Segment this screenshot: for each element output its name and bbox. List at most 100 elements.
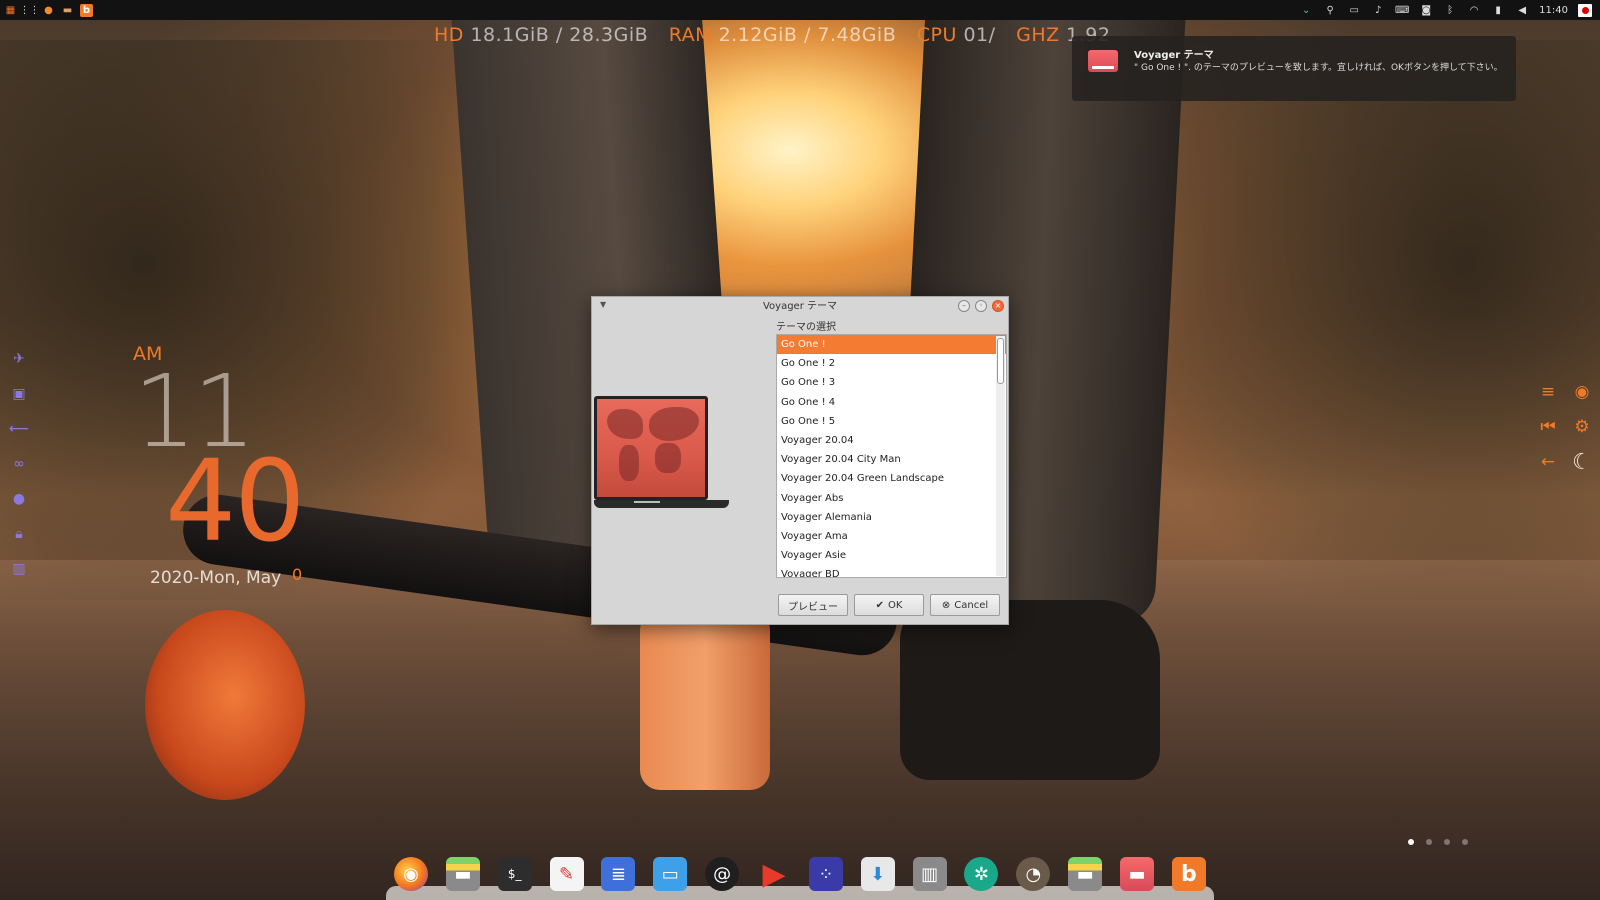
minimize-button[interactable]: – xyxy=(958,300,970,312)
bar-chart-icon[interactable]: ▥ xyxy=(10,560,28,578)
skip-back-icon[interactable]: ⏮ xyxy=(1537,416,1559,438)
clock-minute: 40 xyxy=(165,437,306,567)
window-icon[interactable]: ▭ xyxy=(1347,4,1361,17)
media-player-icon[interactable]: ▶ xyxy=(757,857,791,892)
software-installer-icon[interactable]: ⬇ xyxy=(860,857,895,891)
ram-label: RAM xyxy=(668,24,713,46)
workspace-indicator[interactable] xyxy=(1408,839,1468,845)
aperture-icon[interactable]: ✲ xyxy=(964,857,999,891)
cancel-button-label: Cancel xyxy=(954,599,989,611)
mask-icon[interactable]: ∞ xyxy=(10,455,28,473)
moon-icon[interactable]: ☾ xyxy=(1571,450,1593,475)
hd-label: HD xyxy=(434,24,464,46)
maximize-button[interactable]: ◦ xyxy=(975,300,987,312)
grid-icon[interactable]: ⋮⋮ xyxy=(20,4,40,17)
left-dock: ✈ ▣ ⟵ ∞ ● 🔒︎ ▥ xyxy=(9,350,29,578)
clock-day: 0 xyxy=(292,565,303,584)
theme-list-item[interactable]: Voyager Abs xyxy=(777,489,1006,508)
volume-icon[interactable]: ◀ xyxy=(1515,4,1529,17)
camera-icon[interactable]: ◙ xyxy=(1419,4,1433,17)
eye-icon[interactable]: ◉ xyxy=(1571,381,1593,403)
background-wheel-front xyxy=(145,610,305,800)
theme-list[interactable]: Go One ! Go One ! 2 Go One ! 3 Go One ! 4 Go… xyxy=(776,334,1007,578)
check-icon: ✔ xyxy=(875,599,884,611)
voyager-theme-icon[interactable]: ▬ xyxy=(1120,857,1155,891)
keyboard-icon[interactable]: ⌨ xyxy=(1395,4,1409,17)
notification-title: Voyager テーマ xyxy=(1134,50,1214,61)
theme-list-item[interactable]: Voyager Ama xyxy=(777,527,1006,546)
ok-button[interactable]: ✔ OK xyxy=(854,594,924,616)
files2-icon[interactable]: ▬ xyxy=(1068,857,1103,891)
workspace-dot[interactable] xyxy=(1426,839,1432,845)
theme-list-item[interactable]: Voyager 20.04 Green Landscape xyxy=(777,469,1006,488)
cpu-value: 01/ xyxy=(963,24,996,46)
b-app-icon[interactable]: b xyxy=(1171,857,1206,891)
workspace-dot[interactable] xyxy=(1462,839,1468,845)
trash-icon[interactable]: ▥ xyxy=(912,857,947,891)
cancel-button[interactable]: ⊗ Cancel xyxy=(930,594,1000,616)
workspace-dot[interactable] xyxy=(1444,839,1450,845)
window-menu-icon[interactable]: ▼ xyxy=(600,300,606,309)
globe-icon[interactable]: ● xyxy=(10,490,28,508)
theme-list-item[interactable]: Go One ! 3 xyxy=(777,373,1006,392)
theme-dialog: Voyager テーマ ▼ – ◦ × テーマの選択 Go One ! Go On… xyxy=(591,296,1009,625)
desktop-icon[interactable]: ▭ xyxy=(653,857,688,891)
firefox-icon[interactable]: ● xyxy=(42,4,55,17)
notification-popup[interactable]: Voyager テーマ " Go One ! ". のテーマのプレビューを致しま… xyxy=(1072,36,1516,101)
wifi-icon[interactable]: ◠ xyxy=(1467,4,1481,17)
dots-app-icon[interactable]: ⁘ xyxy=(808,857,843,891)
theme-list-item[interactable]: Voyager Alemania xyxy=(777,508,1006,527)
theme-list-item[interactable]: Go One ! 4 xyxy=(777,393,1006,412)
arrow-left-icon[interactable]: ⟵ xyxy=(9,420,29,438)
files-icon[interactable]: ▬ xyxy=(61,4,74,17)
window-controls: – ◦ × xyxy=(958,300,1004,312)
text-editor-icon[interactable]: ✎ xyxy=(549,857,584,891)
battery-icon[interactable]: ▮ xyxy=(1491,4,1505,17)
notification-body: " Go One ! ". のテーマのプレビューを致します。宜しければ、OKボタ… xyxy=(1134,63,1503,73)
theme-list-item[interactable]: Voyager 20.04 City Man xyxy=(777,450,1006,469)
close-button[interactable]: × xyxy=(992,300,1004,312)
app-menu-icon[interactable]: ▦ xyxy=(4,4,17,17)
flag-icon[interactable] xyxy=(1578,3,1592,17)
b-app-icon[interactable]: b xyxy=(80,3,93,17)
monitor-icon[interactable]: ▣ xyxy=(10,385,28,403)
cpu-label: CPU xyxy=(916,24,957,46)
ghz-label: GHZ xyxy=(1016,24,1060,46)
firefox-icon[interactable]: ◉ xyxy=(394,857,428,891)
theme-list-item[interactable]: Go One ! xyxy=(777,335,1006,355)
hd-value: 18.1GiB / 28.3GiB xyxy=(470,24,649,46)
dialog-title: Voyager テーマ xyxy=(762,301,838,312)
theme-app-icon xyxy=(1088,50,1118,72)
panel-clock[interactable]: 11:40 xyxy=(1539,5,1568,16)
theme-select-label: テーマの選択 xyxy=(776,322,836,333)
scrollbar-thumb[interactable] xyxy=(997,338,1004,384)
preview-button-label: プレビュー xyxy=(788,601,838,613)
workspace-dot[interactable] xyxy=(1408,839,1414,845)
mail-icon[interactable]: @ xyxy=(705,857,740,891)
hamburger-icon[interactable]: ≡ xyxy=(1537,381,1559,403)
bell-icon[interactable]: ♪ xyxy=(1371,4,1385,17)
theme-list-item[interactable]: Go One ! 2 xyxy=(777,354,1006,373)
bluetooth-icon[interactable]: ᛒ xyxy=(1443,4,1457,17)
theme-list-scrollbar[interactable] xyxy=(996,336,1005,576)
theme-list-item[interactable]: Voyager BD xyxy=(777,565,1006,577)
lock-icon[interactable]: 🔒︎ xyxy=(10,525,28,543)
ram-value: 2.12GiB / 7.48GiB xyxy=(718,24,897,46)
files-icon[interactable]: ▬ xyxy=(445,857,480,891)
terminal-icon[interactable]: $_ xyxy=(497,857,532,891)
gimp-icon[interactable]: ◔ xyxy=(1016,857,1051,891)
search-icon[interactable]: ⚲ xyxy=(1323,4,1337,17)
airplane-icon[interactable]: ✈ xyxy=(10,350,28,368)
theme-list-item[interactable]: Go One ! 5 xyxy=(777,412,1006,431)
background-wheel-back xyxy=(640,610,770,790)
theme-list-item[interactable]: Voyager 20.04 xyxy=(777,431,1006,450)
clock-date: 2020-Mon, May xyxy=(150,568,282,588)
chevron-down-icon[interactable]: ⌄ xyxy=(1299,4,1313,17)
preview-screen xyxy=(594,396,708,500)
arrow-left-icon[interactable]: ← xyxy=(1537,451,1559,473)
ok-button-label: OK xyxy=(887,599,903,611)
gear-icon[interactable]: ⚙ xyxy=(1571,416,1593,438)
preview-button[interactable]: プレビュー xyxy=(778,594,848,616)
document-icon[interactable]: ≣ xyxy=(601,857,636,891)
theme-list-item[interactable]: Voyager Asie xyxy=(777,546,1006,565)
